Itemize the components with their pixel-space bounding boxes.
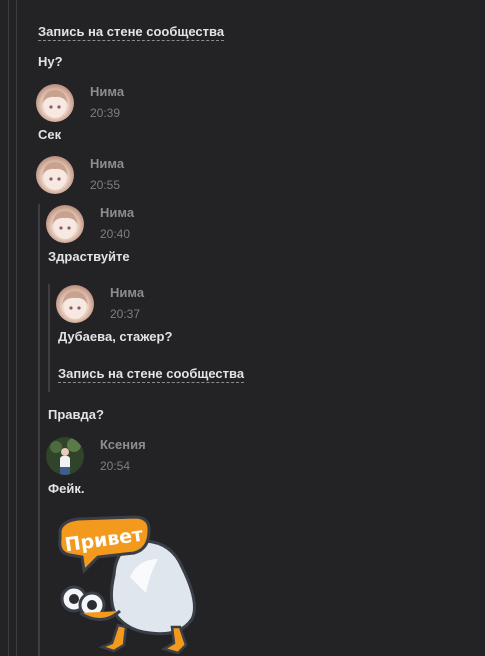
message-text: Сек [38, 127, 62, 142]
community-wall-post-link[interactable]: Запись на стене сообщества [58, 366, 245, 383]
avatar-nima[interactable] [36, 156, 74, 194]
message-text: Дубаева, стажер? [58, 329, 173, 344]
forward-rail-1 [38, 204, 40, 656]
avatar-nima[interactable] [56, 285, 94, 323]
author-name[interactable]: Ксения [100, 437, 146, 452]
author-name[interactable]: Нима [90, 156, 124, 171]
message-text: Фейк. [48, 481, 85, 496]
author-name[interactable]: Нима [90, 84, 124, 99]
avatar-nima[interactable] [46, 205, 84, 243]
message-time: 20:39 [90, 106, 121, 120]
author-name[interactable]: Нима [110, 285, 144, 300]
message-time: 20:55 [90, 178, 121, 192]
author-name[interactable]: Нима [100, 205, 134, 220]
community-wall-post-link[interactable]: Запись на стене сообщества [38, 24, 225, 41]
message-time: 20:40 [100, 227, 131, 241]
message-time: 20:37 [110, 307, 141, 321]
thread-rail-outer [8, 0, 9, 656]
avatar-kseniya[interactable] [46, 437, 84, 475]
duck-sticker[interactable]: Привет [54, 515, 204, 656]
forward-rail-2 [48, 284, 50, 392]
message-text: Ну? [38, 54, 63, 69]
thread-rail-outer-2 [16, 0, 17, 656]
message-text: Правда? [48, 407, 104, 422]
message-text: Здраствуйте [48, 249, 130, 264]
avatar-nima[interactable] [36, 84, 74, 122]
message-time: 20:54 [100, 459, 131, 473]
